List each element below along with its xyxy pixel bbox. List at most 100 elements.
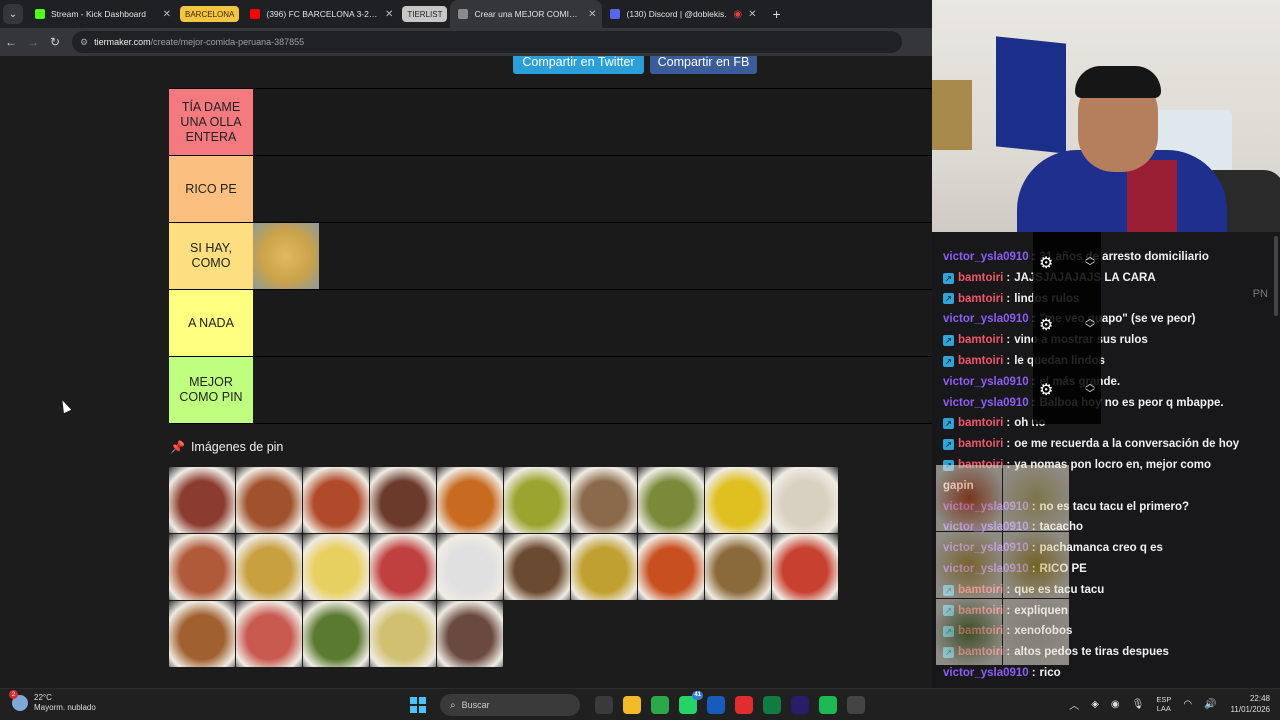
tier-label[interactable]: TÍA DAME UNA OLLA ENTERA — [169, 89, 253, 155]
site-settings-icon[interactable]: ⚙ — [80, 37, 88, 48]
language-indicator[interactable]: ESP LAA — [1156, 695, 1171, 713]
close-icon[interactable]: ✕ — [385, 9, 393, 20]
volume-icon[interactable]: 🔊 — [1204, 699, 1216, 710]
food-image-tile[interactable] — [303, 601, 369, 667]
chrome-icon[interactable] — [651, 696, 669, 714]
close-icon[interactable]: ✕ — [588, 9, 596, 20]
gear-icon[interactable]: ⚙ — [1039, 315, 1053, 335]
tier-dropzone[interactable] — [253, 156, 932, 222]
food-image-tile[interactable] — [504, 534, 570, 600]
chevron-updown-icon[interactable]: ︿ ﹀ — [1085, 253, 1095, 273]
tab-tiermaker[interactable]: Crear una MEJOR COMIDA PER ✕ — [450, 0, 603, 28]
acrobat-icon[interactable] — [735, 696, 753, 714]
food-image-tile[interactable] — [303, 534, 369, 600]
tab-youtube-barcelona[interactable]: (396) FC BARCELONA 3-2 REAL ✕ — [242, 0, 399, 28]
gear-icon[interactable]: ⚙ — [1039, 380, 1053, 400]
address-bar[interactable]: ⚙ tiermaker.com/create/mejor-comida-peru… — [72, 31, 902, 53]
food-image-tile[interactable] — [169, 601, 235, 667]
chat-username[interactable]: bamtoiri — [958, 268, 1003, 289]
food-image-tile[interactable] — [772, 534, 838, 600]
excel-icon[interactable] — [763, 696, 781, 714]
chevron-up-icon[interactable]: ︿ — [1069, 697, 1079, 712]
food-image-tile[interactable] — [303, 467, 369, 533]
tab-search-icon[interactable]: ⌄ — [3, 4, 23, 24]
close-icon[interactable]: ✕ — [748, 9, 756, 20]
overlay-controls[interactable]: ⚙ ︿ ﹀ — [1033, 232, 1101, 294]
network-icon[interactable]: ◉ — [1111, 699, 1120, 710]
tier-label[interactable]: MEJOR COMO PIN — [169, 357, 253, 423]
food-image-tile[interactable] — [638, 534, 704, 600]
tier-label[interactable]: SI HAY, COMO — [169, 223, 253, 289]
food-image-tile[interactable] — [169, 467, 235, 533]
reload-icon[interactable]: ↻ — [44, 35, 66, 49]
chat-username[interactable]: victor_ysla0910 — [943, 247, 1029, 268]
subscriber-badge-icon: ↗ — [943, 355, 954, 367]
food-image-tile[interactable] — [370, 534, 436, 600]
overlay-controls[interactable]: ⚙ ︿ ﹀ — [1033, 356, 1101, 424]
chat-username[interactable]: bamtoiri — [958, 413, 1003, 434]
tier-dropzone[interactable] — [253, 357, 932, 423]
new-tab-icon[interactable]: + — [772, 6, 780, 22]
chat-username[interactable]: bamtoiri — [958, 289, 1003, 310]
food-image-tile[interactable] — [437, 534, 503, 600]
overlay-controls[interactable]: ⚙ ︿ ﹀ — [1033, 294, 1101, 356]
food-image-tile[interactable] — [236, 601, 302, 667]
chat-username[interactable]: victor_ysla0910 — [943, 393, 1029, 414]
vpn-icon[interactable]: ◈ — [1091, 699, 1099, 710]
file-explorer-icon[interactable] — [623, 696, 641, 714]
food-image-tile[interactable] — [253, 223, 319, 289]
share-facebook-button[interactable]: Compartir en FB — [650, 56, 757, 74]
food-image-tile[interactable] — [437, 467, 503, 533]
forward-icon[interactable]: → — [22, 35, 44, 49]
tier-label[interactable]: A NADA — [169, 290, 253, 356]
food-image-tile[interactable] — [705, 534, 771, 600]
chat-username[interactable]: victor_ysla0910 — [943, 663, 1029, 684]
chat-username[interactable]: victor_ysla0910 — [943, 372, 1029, 393]
task-view-icon[interactable] — [595, 696, 613, 714]
spotify-icon[interactable] — [819, 696, 837, 714]
food-image-tile[interactable] — [437, 601, 503, 667]
food-image-tile[interactable] — [370, 601, 436, 667]
chevron-updown-icon[interactable]: ︿ ﹀ — [1085, 380, 1095, 400]
food-image-tile[interactable] — [571, 534, 637, 600]
tab-kick-dashboard[interactable]: Stream - Kick Dashboard ✕ — [27, 0, 177, 28]
premiere-icon[interactable] — [791, 696, 809, 714]
tier-dropzone[interactable] — [253, 89, 932, 155]
gear-icon[interactable]: ⚙ — [1039, 253, 1053, 273]
tier-row: SI HAY, COMO — [169, 223, 932, 290]
food-image-tile[interactable] — [571, 467, 637, 533]
chat-scrollbar[interactable] — [1274, 236, 1278, 316]
word-icon[interactable] — [707, 696, 725, 714]
food-image-tile[interactable] — [638, 467, 704, 533]
microphone-icon[interactable]: 🎙 — [1132, 699, 1145, 710]
tab-group-tierlist[interactable]: TIERLIST — [402, 6, 448, 22]
share-twitter-button[interactable]: Compartir en Twitter — [513, 56, 644, 74]
chat-username[interactable]: victor_ysla0910 — [943, 309, 1029, 330]
food-image-tile[interactable] — [236, 534, 302, 600]
back-icon[interactable]: ← — [0, 35, 22, 49]
clock[interactable]: 22:48 11/01/2026 — [1231, 693, 1270, 715]
food-image-tile[interactable] — [772, 467, 838, 533]
tab-discord[interactable]: (130) Discord | @doblekis. ◉ ✕ — [602, 0, 762, 28]
food-image-tile[interactable] — [705, 467, 771, 533]
chat-message: victor_ysla0910: rico — [943, 663, 1268, 684]
obs-icon[interactable] — [847, 696, 865, 714]
chat-username[interactable]: bamtoiri — [958, 330, 1003, 351]
food-image-tile[interactable] — [236, 467, 302, 533]
close-icon[interactable]: ✕ — [163, 9, 171, 20]
tab-group-barcelona[interactable]: BARCELONA — [180, 6, 240, 22]
weather-widget[interactable]: 2 22°C Mayorm. nublado — [9, 690, 96, 713]
taskbar-search[interactable]: ⌕ Buscar — [440, 694, 580, 716]
food-image-tile[interactable] — [370, 467, 436, 533]
food-image-tile[interactable] — [504, 467, 570, 533]
windows-start-icon[interactable] — [410, 697, 426, 713]
wifi-icon[interactable]: ◠ — [1183, 699, 1192, 710]
whatsapp-icon[interactable]: 41 — [679, 691, 703, 714]
tier-dropzone[interactable] — [253, 290, 932, 356]
chat-username[interactable]: bamtoiri — [958, 434, 1003, 455]
chat-username[interactable]: bamtoiri — [958, 351, 1003, 372]
chevron-updown-icon[interactable]: ︿ ﹀ — [1085, 315, 1095, 335]
food-image-tile[interactable] — [169, 534, 235, 600]
tier-label[interactable]: RICO PE — [169, 156, 253, 222]
tier-dropzone[interactable] — [253, 223, 932, 289]
